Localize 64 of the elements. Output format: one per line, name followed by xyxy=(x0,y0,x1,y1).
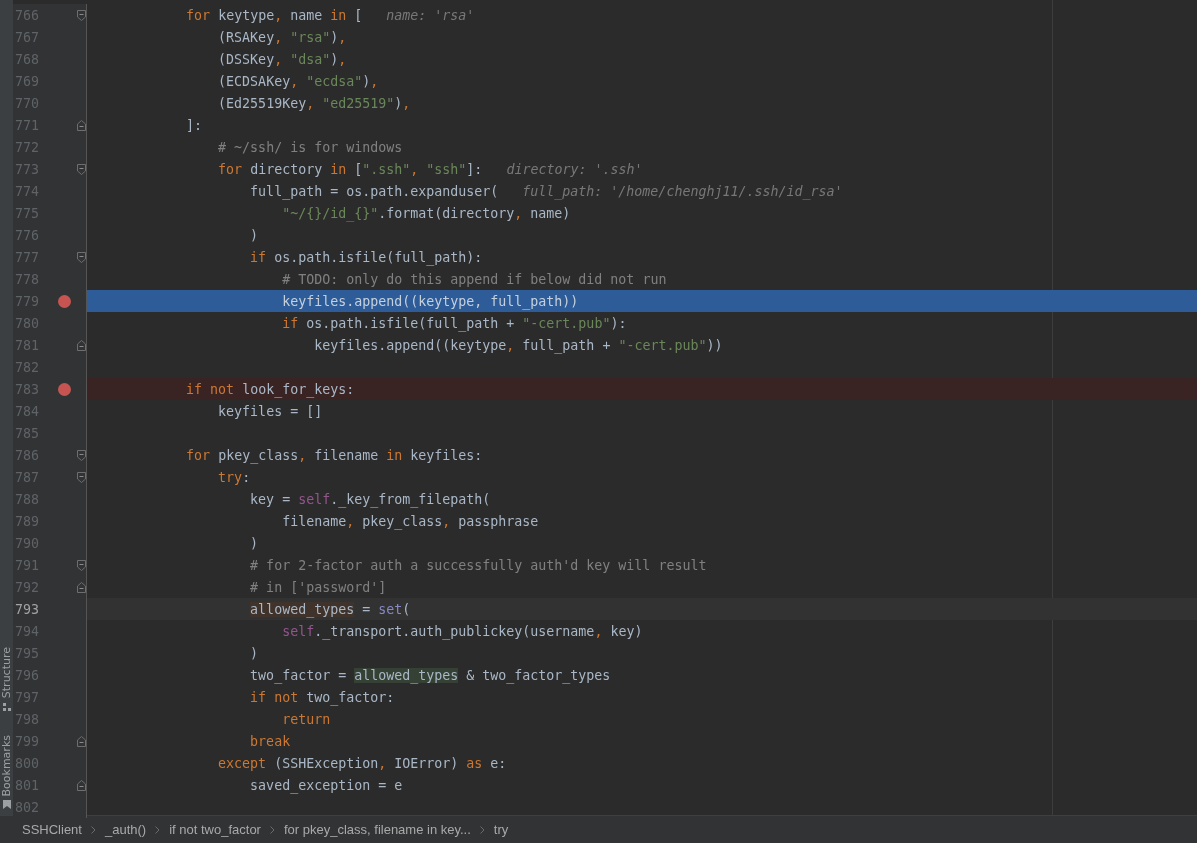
chevron-right-icon xyxy=(90,825,96,834)
code-line: # for 2-factor auth a successfully auth'd key will result xyxy=(249,557,707,573)
chevron-right-icon xyxy=(269,825,275,834)
code-line: (Ed25519Key, "ed25519"), xyxy=(217,95,411,111)
breadcrumb-item[interactable]: _auth() xyxy=(104,822,147,837)
code-line: filename, pkey_class, passphrase xyxy=(281,513,539,529)
code-line: self._transport.auth_publickey(username, key) xyxy=(281,623,643,639)
chevron-right-icon xyxy=(479,825,485,834)
code-line: # ~/ssh/ is for windows xyxy=(217,139,403,155)
fold-icon[interactable] xyxy=(77,163,86,175)
code-line: ]: xyxy=(185,117,203,133)
breakpoint-icon[interactable] xyxy=(57,382,71,396)
inline-value-hint: directory: '.ssh' xyxy=(506,161,643,177)
structure-icon xyxy=(2,702,11,711)
chevron-right-icon xyxy=(155,825,161,834)
code-line: if not two_factor: xyxy=(249,689,395,705)
code-line: allowed_types = set( xyxy=(249,601,411,617)
fold-icon[interactable] xyxy=(77,9,86,21)
fold-icon[interactable] xyxy=(77,251,86,263)
code-line: full_path = os.path.expanduser( xyxy=(249,183,499,199)
breadcrumb-item[interactable]: SSHClient xyxy=(22,822,82,837)
code-line: ) xyxy=(249,645,259,661)
code-line: "~/{}/id_{}".format(directory, name) xyxy=(281,205,571,221)
code-line: keyfiles = [] xyxy=(217,403,323,419)
tool-window-tab[interactable]: Structure xyxy=(0,647,13,699)
code-line: break xyxy=(249,733,291,749)
code-line: try: xyxy=(217,469,251,485)
code-line: (DSSKey, "dsa"), xyxy=(217,51,347,67)
code-line: (ECDSAKey, "ecdsa"), xyxy=(217,73,379,89)
code-line: ) xyxy=(249,227,259,243)
code-line: saved_exception = e xyxy=(249,777,403,793)
line-number: 793 xyxy=(14,601,41,617)
breadcrumb-item[interactable]: try xyxy=(493,822,509,837)
code-line: return xyxy=(281,711,331,727)
inline-value-hint: full_path: '/home/chenghj11/.ssh/id_rsa' xyxy=(522,183,843,199)
code-line: for keytype, name in [ xyxy=(185,7,363,23)
breadcrumb-item[interactable]: if not two_factor xyxy=(169,822,261,837)
fold-end-icon[interactable] xyxy=(77,735,86,747)
code-line: keyfiles.append((keytype, full_path)) xyxy=(281,293,579,309)
fold-icon[interactable] xyxy=(77,559,86,571)
code-line: (RSAKey, "rsa"), xyxy=(217,29,347,45)
fold-end-icon[interactable] xyxy=(77,119,86,131)
fold-end-icon[interactable] xyxy=(77,581,86,593)
code-line: for pkey_class, filename in keyfiles: xyxy=(185,447,483,463)
inline-value-hint: name: 'rsa' xyxy=(386,7,475,23)
code-line: except (SSHException, IOError) as e: xyxy=(217,755,507,771)
code-line: if os.path.isfile(full_path + "-cert.pub"): xyxy=(281,315,627,331)
fold-icon[interactable] xyxy=(77,449,86,461)
fold-end-icon[interactable] xyxy=(77,779,86,791)
code-line: # in ['password'] xyxy=(249,579,387,595)
code-line: keyfiles.append((keytype, full_path + "-cert.pub")) xyxy=(313,337,723,353)
code-line: ) xyxy=(249,535,259,551)
code-line: key = self._key_from_filepath( xyxy=(249,491,491,507)
code-line: if not look_for_keys: xyxy=(185,381,355,397)
tool-window-tab[interactable]: Bookmarks xyxy=(0,734,13,796)
code-line: for directory in [".ssh", "ssh"]: xyxy=(217,161,483,177)
breadcrumb-item[interactable]: for pkey_class, filename in key... xyxy=(283,822,471,837)
code-line: # TODO: only do this append if below did not run xyxy=(281,271,667,287)
fold-icon[interactable] xyxy=(77,471,86,483)
bookmark-icon xyxy=(2,800,11,809)
fold-end-icon[interactable] xyxy=(77,339,86,351)
breakpoint-icon[interactable] xyxy=(57,294,71,308)
code-line: if os.path.isfile(full_path): xyxy=(249,249,483,265)
code-line: two_factor = allowed_types & two_factor_types xyxy=(249,667,611,683)
